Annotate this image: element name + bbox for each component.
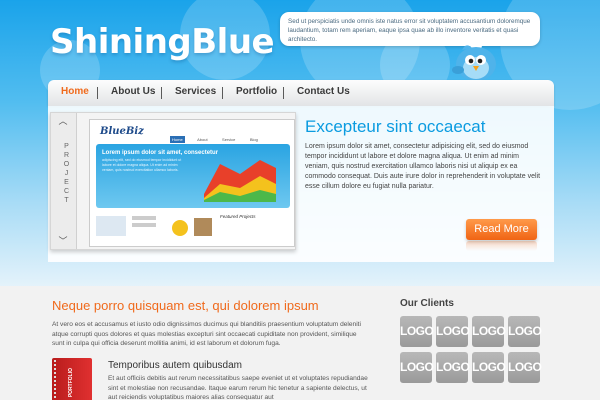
client-logo[interactable]: LOGO: [472, 352, 506, 383]
screenshot-lower: Featured Projects: [96, 214, 290, 244]
screenshot-nav: Home About Service Blog Contact: [170, 128, 288, 160]
screenshot-hero: Lorem ipsum dolor sit amet, consectetur …: [96, 144, 290, 208]
nav-divider: [283, 87, 284, 99]
subsection-title: Temporibus autem quibusdam: [108, 360, 242, 371]
client-logo[interactable]: LOGO: [508, 316, 542, 347]
screenshot-nav-item: Home: [170, 136, 185, 143]
nav-item-services[interactable]: Services: [175, 86, 216, 97]
bird-mascot-icon: [450, 45, 506, 84]
chart-graphic-icon: [204, 160, 276, 202]
nav-divider: [97, 87, 98, 99]
client-logo[interactable]: LOGO: [472, 316, 506, 347]
client-logo[interactable]: LOGO: [400, 352, 434, 383]
slider-tab: ︿ PROJECT ﹀: [51, 113, 77, 249]
nav-divider: [222, 87, 223, 99]
feature-headline: Excepteur sint occaecat: [305, 117, 486, 136]
nav-item-portfolio[interactable]: Portfolio: [236, 86, 277, 97]
screenshot-hero-text: adipiscing elit, sed do eiusmod tempor i…: [102, 158, 182, 172]
screenshot-nav-item: Service: [222, 137, 236, 142]
client-logo[interactable]: LOGO: [400, 316, 434, 347]
clients-title: Our Clients: [400, 298, 454, 309]
slider-down-arrow-icon[interactable]: ﹀: [57, 237, 69, 246]
client-logo[interactable]: LOGO: [436, 352, 470, 383]
screenshot-nav-item: Blog: [249, 137, 258, 142]
screenshot-nav-item: About: [197, 137, 208, 142]
project-screenshot[interactable]: BlueBiz Home About Service Blog Contact …: [89, 119, 295, 247]
section-text: At vero eos et accusamus et iusto odio d…: [52, 321, 361, 348]
nav-item-home[interactable]: Home: [61, 86, 89, 97]
nav-item-contact-us[interactable]: Contact Us: [297, 86, 350, 97]
slider-label: PROJECT: [60, 143, 70, 210]
book-binding: [54, 360, 60, 400]
client-logo[interactable]: LOGO: [508, 352, 542, 383]
read-more-button[interactable]: Read More: [466, 219, 537, 240]
site-logo[interactable]: ShiningBlue: [50, 22, 275, 62]
book-label: PORTFOLIO: [68, 368, 74, 398]
slider-label-text: PROJECT: [63, 143, 70, 206]
project-slider: ︿ PROJECT ﹀ BlueBiz Home About Service B…: [50, 112, 296, 250]
section-title: Neque porro quisquam est, qui dolorem ip…: [52, 298, 319, 313]
screenshot-featured: Featured Projects: [220, 214, 256, 219]
slider-up-arrow-icon[interactable]: ︿: [57, 117, 69, 126]
subsection-text: Et aut officiis debitis aut rerum necess…: [108, 375, 368, 400]
client-logo[interactable]: LOGO: [436, 316, 470, 347]
button-reflection: [466, 241, 537, 251]
screenshot-logo: BlueBiz: [100, 126, 144, 137]
feature-text: Lorem ipsum dolor sit amet, consectetur …: [305, 143, 541, 190]
screenshot-thumbnails-icon: [96, 216, 212, 236]
portfolio-book-icon[interactable]: PORTFOLIO: [52, 358, 92, 400]
main-nav: Home About Us Services Portfolio Contact…: [48, 80, 554, 106]
nav-item-about-us[interactable]: About Us: [111, 86, 155, 97]
nav-divider: [161, 87, 162, 99]
